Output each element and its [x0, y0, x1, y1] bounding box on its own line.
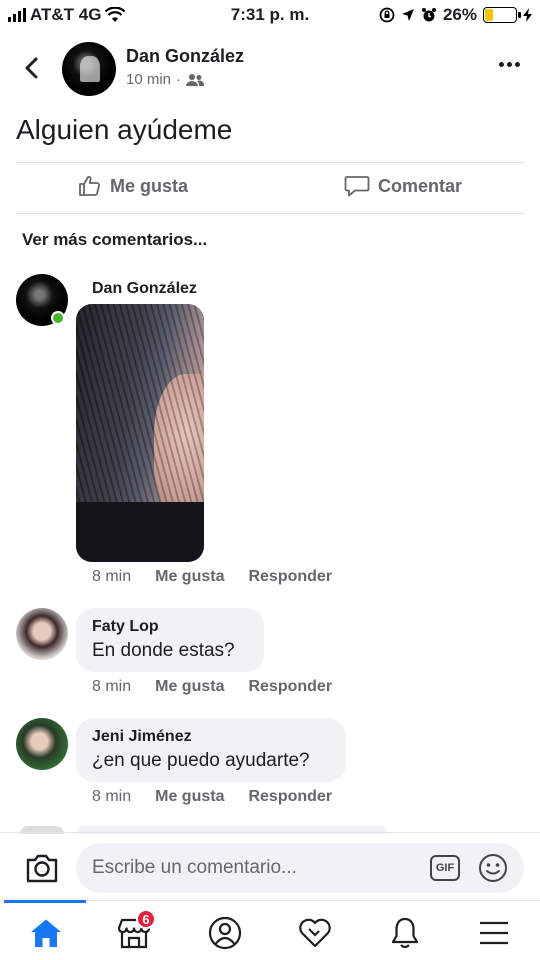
battery-icon [483, 7, 521, 23]
marketplace-icon[interactable]: 6 [114, 909, 156, 953]
comment-composer[interactable]: GIF [76, 843, 524, 893]
post-header: Dan González 10 min · [0, 40, 540, 98]
home-icon[interactable] [26, 913, 66, 953]
bottom-nav: 6 [0, 900, 540, 960]
status-bar: AT&T 4G 7:31 p. m. 26% [0, 0, 540, 30]
active-tab-indicator [4, 900, 86, 903]
post-actions: Me gusta Comentar [0, 162, 540, 214]
comment-time: 8 min [92, 788, 132, 805]
back-arrow-icon[interactable] [20, 56, 44, 80]
friends-icon [186, 73, 205, 86]
profile-icon[interactable] [205, 913, 245, 953]
comment-photo[interactable] [76, 304, 204, 562]
meta-separator: · [176, 71, 182, 88]
charging-icon [523, 8, 532, 22]
comment-label: Comentar [378, 175, 463, 196]
comment-input[interactable] [92, 843, 412, 893]
camera-icon[interactable] [24, 850, 60, 886]
gif-button[interactable]: GIF [430, 855, 460, 881]
view-more-comments-link[interactable]: Ver más comentarios... [22, 230, 207, 250]
location-icon [401, 9, 414, 21]
battery-percent: 26% [442, 5, 477, 24]
notifications-icon[interactable] [385, 913, 425, 953]
comment-reply-link[interactable]: Responder [248, 568, 332, 586]
author-avatar[interactable] [62, 42, 116, 96]
comment-meta: 8 min Me gusta Responder [92, 568, 332, 586]
divider [0, 832, 540, 833]
notification-badge: 6 [136, 909, 156, 929]
comment-reply-link[interactable]: Responder [248, 788, 332, 806]
comment-time: 8 min [92, 678, 132, 695]
comment-like-link[interactable]: Me gusta [155, 568, 224, 586]
comment-like-link[interactable]: Me gusta [155, 678, 224, 696]
comment-bubble: Jeni Jiménez ¿en que puedo ayudarte? [76, 718, 346, 782]
comment-time: 8 min [92, 568, 132, 585]
menu-icon[interactable] [474, 913, 514, 953]
commenter-name[interactable]: Dan González [92, 280, 197, 298]
post-time: 10 min [126, 71, 172, 88]
lock-rotation-icon [379, 7, 395, 23]
commenter-name[interactable]: Faty Lop [92, 618, 250, 636]
more-options-icon[interactable] [499, 62, 520, 67]
dating-icon[interactable] [295, 913, 335, 953]
comment-meta: 8 min Me gusta Responder [92, 788, 332, 806]
commenter-avatar[interactable] [16, 608, 68, 660]
comment-meta: 8 min Me gusta Responder [92, 678, 332, 696]
like-label: Me gusta [110, 175, 189, 196]
comment-like-link[interactable]: Me gusta [155, 788, 224, 806]
author-name[interactable]: Dan González [126, 46, 244, 67]
thumbs-up-icon [79, 175, 101, 196]
comment-text: En donde estas? [92, 640, 235, 661]
post-meta: 10 min · [126, 71, 205, 88]
emoji-icon[interactable] [478, 853, 508, 883]
commenter-avatar[interactable] [16, 718, 68, 770]
online-status-dot [51, 311, 65, 325]
comment-reply-link[interactable]: Responder [248, 678, 332, 696]
commenter-name[interactable]: Jeni Jiménez [92, 728, 332, 746]
status-icons: 26% [379, 5, 532, 25]
comment-button[interactable]: Comentar [344, 174, 462, 198]
post-text: Alguien ayúdeme [16, 114, 233, 145]
comment-text: ¿en que puedo ayudarte? [92, 750, 310, 771]
alarm-icon [421, 8, 436, 22]
divider [16, 213, 524, 214]
comment-bubble: Faty Lop En donde estas? [76, 608, 264, 672]
like-button[interactable]: Me gusta [78, 174, 188, 198]
comment-bubble-icon [344, 176, 370, 197]
